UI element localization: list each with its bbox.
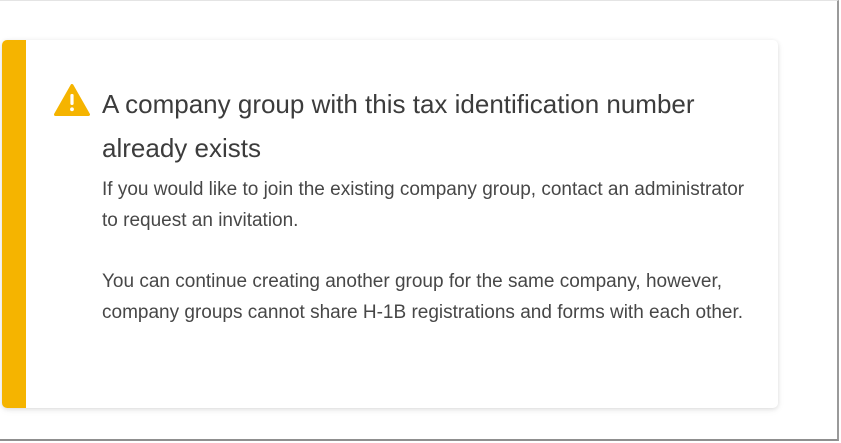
alert-accent-bar — [2, 40, 26, 408]
alert-message-continue: You can continue creating another group … — [102, 271, 744, 323]
warning-triangle-icon — [54, 84, 90, 116]
alert-message-join: If you would like to join the existing c… — [102, 179, 745, 231]
warning-alert: A company group with this tax identifica… — [2, 40, 778, 408]
alert-title: A company group with this tax identifica… — [102, 89, 695, 163]
